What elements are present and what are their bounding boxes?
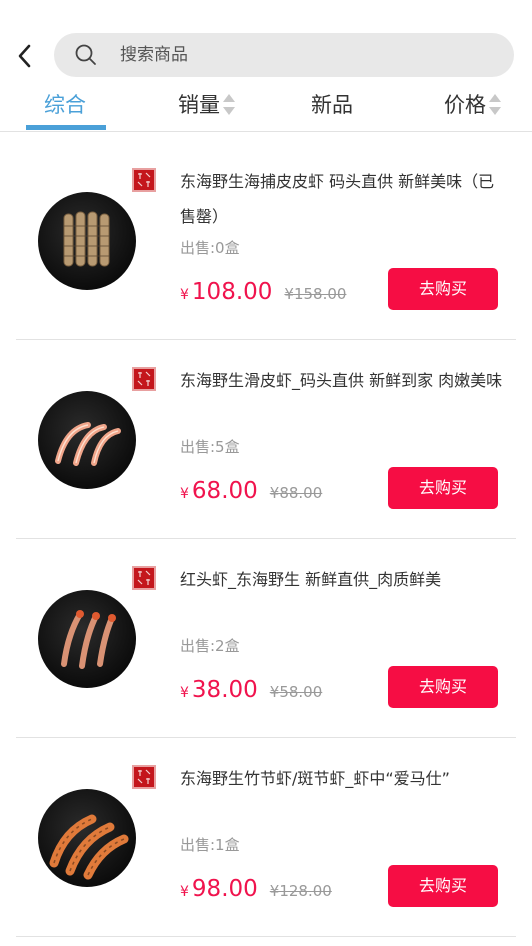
brand-seal-icon [132,765,156,789]
price: ¥ 68.00 ¥88.00 [180,475,322,510]
search-placeholder: 搜索商品 [120,45,188,65]
currency-symbol: ¥ [180,884,189,900]
product-image[interactable] [38,391,136,489]
tab-comprehensive[interactable]: 综合 [44,88,86,122]
original-price: ¥158.00 [284,285,347,303]
current-price: 38.00 [191,677,258,703]
top-bar: 搜索商品 [0,0,532,80]
price: ¥ 98.00 ¥128.00 [180,873,332,908]
sold-count: 出售:5盒 [180,438,240,456]
sold-count: 出售:0盒 [180,239,240,257]
sort-arrows-icon [489,93,501,117]
active-tab-indicator [26,125,106,130]
buy-button[interactable]: 去购买 [388,467,498,509]
product-card[interactable]: 东海野生竹节虾/斑节虾_虾中“爱马仕” 出售:1盒 ¥ 98.00 ¥128.0… [16,737,516,937]
buy-button[interactable]: 去购买 [388,865,498,907]
product-image[interactable] [38,192,136,290]
product-title: 红头虾_东海野生 新鲜直供_肉质鲜美 [180,570,442,589]
currency-symbol: ¥ [180,685,189,701]
product-title: 东海野生海捕皮皮虾 码头直供 新鲜美味（已售罄） [180,172,495,226]
back-arrow-icon [18,44,31,68]
brand-seal-icon [132,168,156,192]
currency-symbol: ¥ [180,486,189,502]
original-price: ¥58.00 [269,683,323,701]
tab-label: 综合 [44,93,86,117]
buy-button[interactable]: 去购买 [388,666,498,708]
product-card[interactable]: 红头虾_东海野生 新鲜直供_肉质鲜美 出售:2盒 ¥ 38.00 ¥58.00 … [16,538,516,738]
price: ¥ 38.00 ¥58.00 [180,674,322,709]
original-price: ¥128.00 [269,882,332,900]
price: ¥ 108.00 ¥158.00 [180,276,346,311]
product-image[interactable] [38,590,136,688]
original-price: ¥88.00 [269,484,323,502]
product-title: 东海野生滑皮虾_码头直供 新鲜到家 肉嫩美味 [180,371,503,390]
brand-seal-icon [132,367,156,391]
sold-count: 出售:2盒 [180,637,240,655]
current-price: 108.00 [191,279,273,305]
tab-new[interactable]: 新品 [311,88,353,122]
search-icon [75,44,96,65]
tab-label: 价格 [444,93,486,117]
tab-label: 销量 [178,93,220,117]
product-title: 东海野生竹节虾/斑节虾_虾中“爱马仕” [180,769,450,788]
product-card[interactable]: 东海野生滑皮虾_码头直供 新鲜到家 肉嫩美味 出售:5盒 ¥ 68.00 ¥88… [16,339,516,539]
product-image[interactable] [38,789,136,887]
tab-sales[interactable]: 销量 [178,88,235,122]
tab-price[interactable]: 价格 [444,88,501,122]
sort-arrows-icon [223,93,235,117]
back-button[interactable] [12,40,40,72]
product-card[interactable]: 东海野生海捕皮皮虾 码头直供 新鲜美味（已售罄） 出售:0盒 ¥ 108.00 … [16,140,516,340]
tab-label: 新品 [311,93,353,117]
sold-count: 出售:1盒 [180,836,240,854]
buy-button[interactable]: 去购买 [388,268,498,310]
brand-seal-icon [132,566,156,590]
current-price: 98.00 [191,876,258,902]
currency-symbol: ¥ [180,287,189,303]
search-input[interactable]: 搜索商品 [54,33,514,77]
current-price: 68.00 [191,478,258,504]
